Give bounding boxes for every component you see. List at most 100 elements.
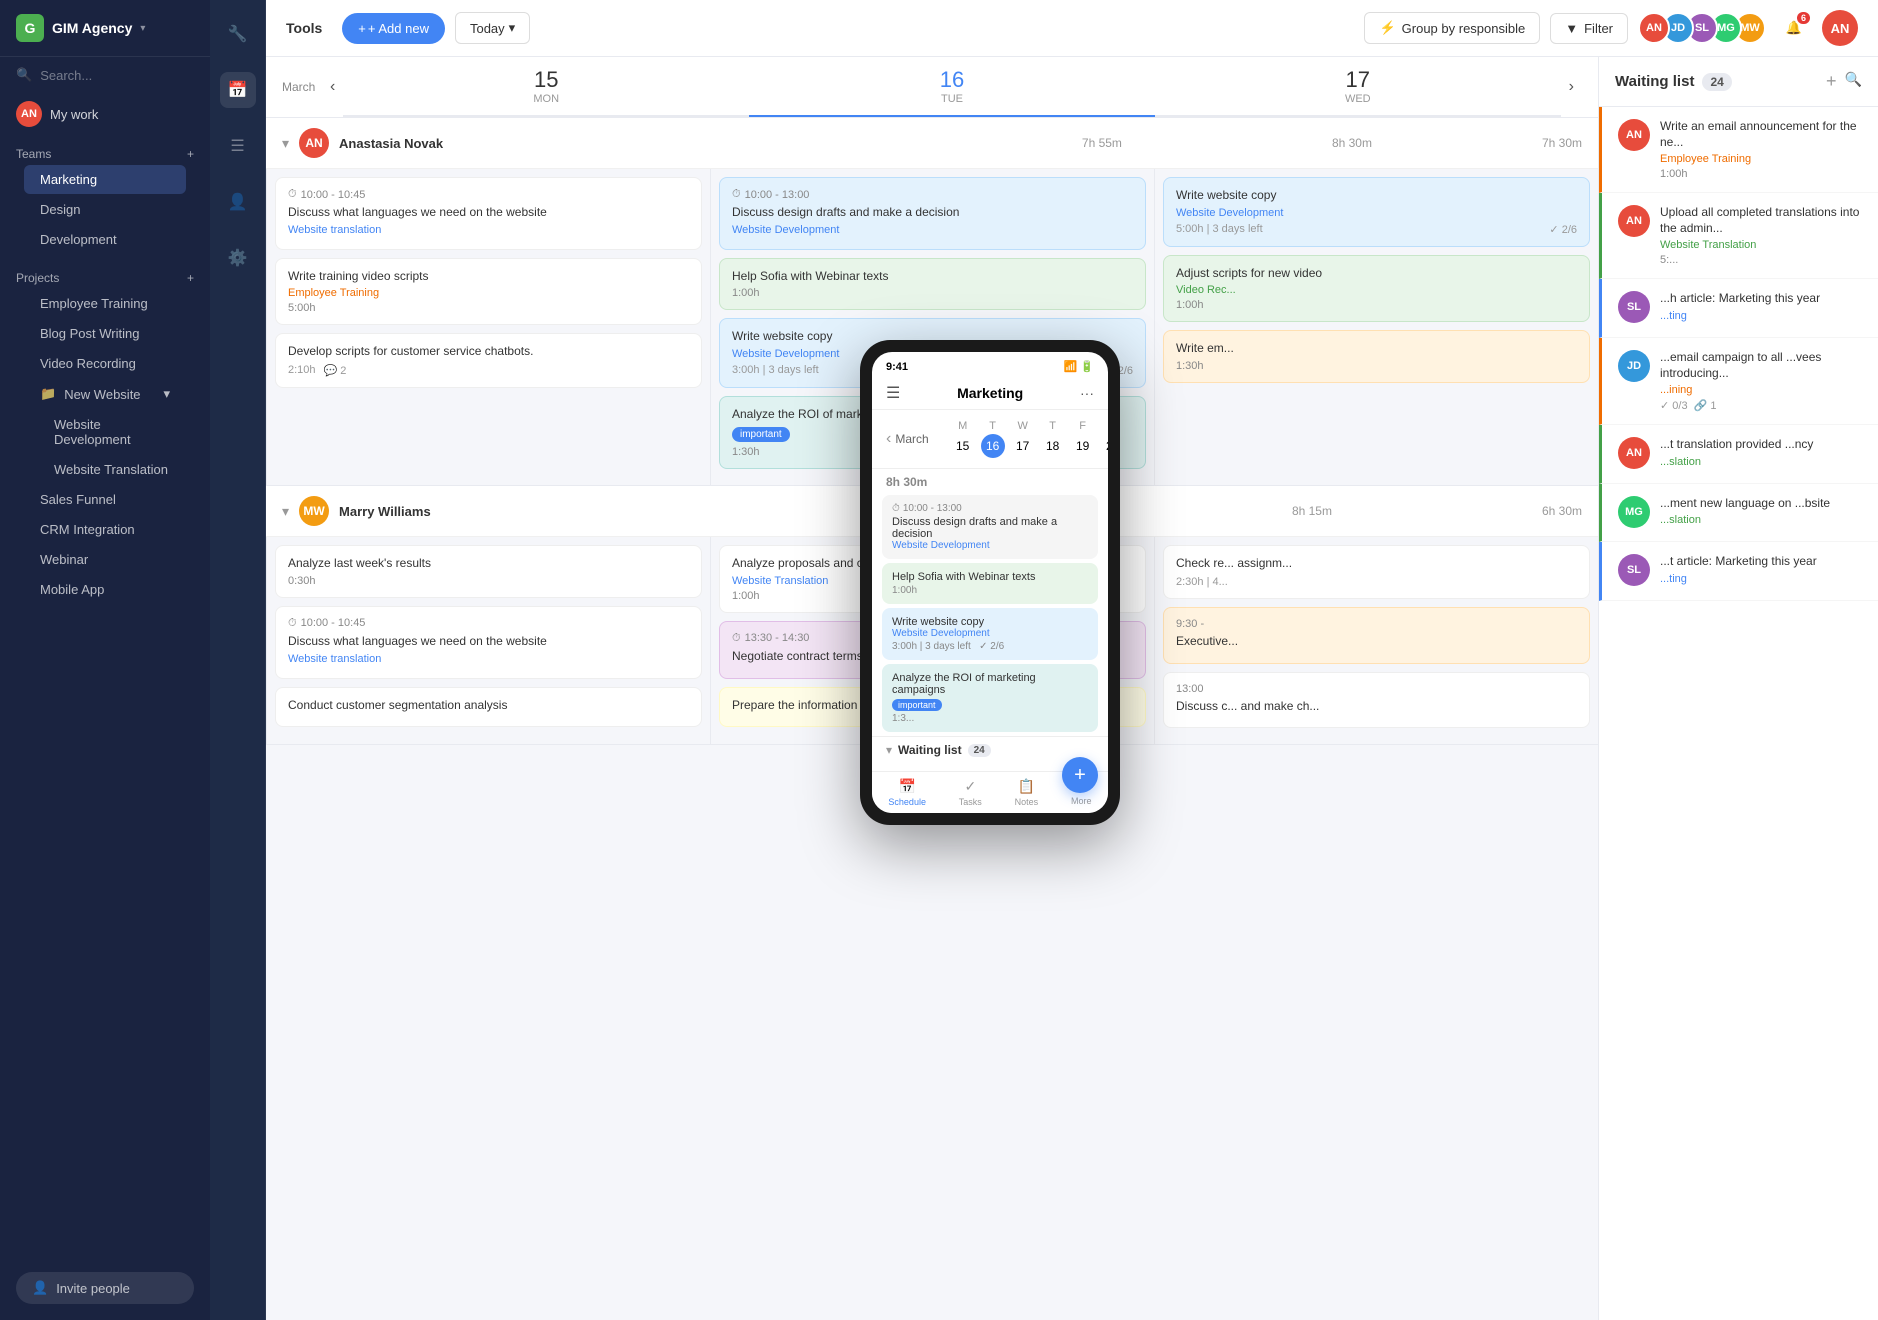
task-card[interactable]: Write website copy Website Development 5… — [1163, 177, 1590, 247]
waiting-list-item[interactable]: JD ...email campaign to all ...vees intr… — [1599, 338, 1878, 425]
sidebar-item-employee-training[interactable]: Employee Training — [24, 289, 186, 318]
add-team-icon[interactable]: + — [187, 147, 194, 161]
user-icon[interactable]: 👤 — [220, 184, 256, 220]
mobile-prev-button[interactable]: ‹ — [886, 430, 891, 448]
mobile-day-m: M 15 — [951, 420, 975, 458]
today-button[interactable]: Today ▾ — [455, 12, 530, 44]
sidebar-item-sales-funnel[interactable]: Sales Funnel — [24, 485, 186, 514]
folder-icon: 📁 — [40, 386, 56, 402]
mobile-day-w: W 17 — [1011, 420, 1035, 458]
mobile-waiting-collapse-icon[interactable]: ▾ — [886, 743, 892, 757]
plus-icon: + — [358, 21, 366, 36]
task-card[interactable]: ⏱ 10:00 - 10:45 Discuss what languages w… — [275, 177, 702, 250]
task-card[interactable]: Conduct customer segmentation analysis — [275, 687, 702, 728]
add-new-button[interactable]: + + Add new — [342, 13, 445, 44]
sidebar-item-crm-integration[interactable]: CRM Integration — [24, 515, 186, 544]
task-card[interactable]: Adjust scripts for new video Video Rec..… — [1163, 255, 1590, 323]
person-header-anastasia: ▾ AN Anastasia Novak 7h 55m 8h 30m 7h 30… — [266, 118, 1598, 169]
mobile-day-t: T 18 — [1041, 420, 1065, 458]
sidebar: G GIM Agency ▾ 🔍 Search... AN My work Te… — [0, 0, 210, 1320]
day-header-wed: 17 Wed — [1155, 57, 1561, 117]
waiting-list-item[interactable]: SL ...t article: Marketing this year ...… — [1599, 542, 1878, 601]
waiting-list-item[interactable]: AN Upload all completed translations int… — [1599, 193, 1878, 279]
icon-bar: 🔧 📅 ☰ 👤 ⚙️ — [210, 0, 266, 1320]
mobile-more-icon[interactable]: ··· — [1080, 385, 1094, 401]
day-header-mon: 15 Mon — [343, 57, 749, 117]
sidebar-item-blog-post-writing[interactable]: Blog Post Writing — [24, 319, 186, 348]
mobile-day-s1: S 20 — [1101, 420, 1108, 458]
settings-icon[interactable]: ⚙️ — [220, 240, 256, 276]
mobile-waiting-count: 24 — [968, 744, 991, 757]
mobile-time: 9:41 — [886, 361, 908, 373]
plus-icon[interactable]: + — [1826, 71, 1837, 92]
waiting-avatar: JD — [1618, 350, 1650, 382]
avatar: AN — [16, 101, 42, 127]
waiting-avatar: SL — [1618, 554, 1650, 586]
task-card[interactable]: Write em... 1:30h — [1163, 330, 1590, 383]
mobile-task-card[interactable]: Analyze the ROI of marketing campaigns i… — [882, 664, 1098, 732]
notifications-button[interactable]: 🔔 6 — [1776, 10, 1812, 46]
tools-icon[interactable]: 🔧 — [220, 16, 256, 52]
list-icon[interactable]: ☰ — [220, 128, 256, 164]
waiting-list-count: 24 — [1702, 73, 1731, 91]
person-time-mon: 8h 15m — [1292, 504, 1332, 518]
next-day-button[interactable]: › — [1561, 74, 1582, 100]
waiting-avatar: AN — [1618, 205, 1650, 237]
task-card[interactable]: Analyze last week's results 0:30h — [275, 545, 702, 598]
task-card[interactable]: Help Sofia with Webinar texts 1:00h — [719, 258, 1146, 311]
search-icon[interactable]: 🔍 — [1845, 71, 1862, 92]
mobile-status-bar: 9:41 📶 🔋 — [872, 352, 1108, 377]
sidebar-header[interactable]: G GIM Agency ▾ — [0, 0, 210, 57]
prev-day-button[interactable]: ‹ — [322, 74, 343, 100]
task-card[interactable]: Develop scripts for customer service cha… — [275, 333, 702, 388]
mobile-waiting-title: Waiting list — [898, 743, 962, 757]
collapse-icon[interactable]: ▾ — [282, 135, 289, 152]
waiting-list-item[interactable]: AN Write an email announcement for the n… — [1599, 107, 1878, 193]
sidebar-item-webinar[interactable]: Webinar — [24, 545, 186, 574]
mobile-nav-tasks[interactable]: ✓ Tasks — [959, 778, 982, 807]
calendar-icon[interactable]: 📅 — [220, 72, 256, 108]
task-card[interactable]: Check re... assignm... 2:30h | 4... — [1163, 545, 1590, 599]
task-card[interactable]: 9:30 - Executive... — [1163, 607, 1590, 664]
duration: 2:10h — [288, 364, 316, 376]
waiting-avatar: MG — [1618, 496, 1650, 528]
tasks-icon: ✓ — [964, 778, 976, 795]
task-card[interactable]: ⏱ 10:00 - 13:00 Discuss design drafts an… — [719, 177, 1146, 250]
waiting-list-item[interactable]: SL ...h article: Marketing this year ...… — [1599, 279, 1878, 338]
sidebar-item-development[interactable]: Development — [24, 225, 186, 254]
sidebar-item-video-recording[interactable]: Video Recording — [24, 349, 186, 378]
mobile-nav-schedule[interactable]: 📅 Schedule — [888, 778, 926, 807]
waiting-list-item[interactable]: AN ...t translation provided ...ncy ...s… — [1599, 425, 1878, 484]
invite-people-button[interactable]: 👤 Invite people — [16, 1272, 194, 1304]
sidebar-item-marketing[interactable]: Marketing — [24, 165, 186, 194]
group-by-button[interactable]: ⚡ Group by responsible — [1364, 12, 1540, 44]
search-bar[interactable]: 🔍 Search... — [0, 57, 210, 93]
mobile-task-card[interactable]: Write website copy Website Development 3… — [882, 608, 1098, 660]
waiting-avatar: SL — [1618, 291, 1650, 323]
mobile-fab-button[interactable]: + — [1062, 757, 1098, 793]
sidebar-item-mobile-app[interactable]: Mobile App — [24, 575, 186, 604]
add-project-icon[interactable]: + — [187, 271, 194, 285]
projects-section: Projects + Employee Training Blog Post W… — [0, 259, 210, 609]
mobile-task-card[interactable]: ⏱ 10:00 - 13:00 Discuss design drafts an… — [882, 495, 1098, 559]
task-card[interactable]: Write training video scripts Employee Tr… — [275, 258, 702, 326]
sidebar-item-website-development[interactable]: Website Development — [24, 410, 186, 454]
person-name: Anastasia Novak — [339, 136, 443, 151]
mobile-nav-notes[interactable]: 📋 Notes — [1015, 778, 1039, 807]
task-card[interactable]: 13:00 Discuss c... and make ch... — [1163, 672, 1590, 729]
sidebar-item-website-translation[interactable]: Website Translation — [24, 455, 186, 484]
waiting-list-item[interactable]: MG ...ment new language on ...bsite ...s… — [1599, 484, 1878, 543]
my-work-item[interactable]: AN My work — [0, 93, 210, 135]
task-card[interactable]: ⏱ 10:00 - 10:45 Discuss what languages w… — [275, 606, 702, 679]
sidebar-item-design[interactable]: Design — [24, 195, 186, 224]
mobile-day-t-today[interactable]: T 16 — [981, 420, 1005, 458]
user-plus-icon: 👤 — [32, 1280, 48, 1296]
filter-button[interactable]: ▼ Filter — [1550, 13, 1628, 44]
sidebar-item-new-website[interactable]: 📁 New Website ▾ — [24, 379, 186, 409]
collapse-icon[interactable]: ▾ — [282, 503, 289, 520]
attachment-icon: 🔗 1 — [1694, 399, 1717, 412]
mobile-task-card[interactable]: Help Sofia with Webinar texts 1:00h — [882, 563, 1098, 604]
mobile-menu-icon[interactable]: ☰ — [886, 383, 900, 403]
profile-button[interactable]: AN — [1822, 10, 1858, 46]
user-avatars: AN JD SL MG MW — [1646, 12, 1766, 44]
